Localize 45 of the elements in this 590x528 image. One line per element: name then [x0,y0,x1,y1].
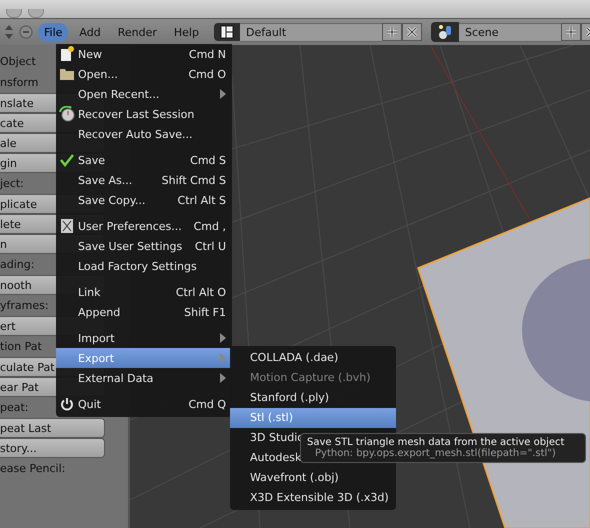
panel-label: ease Pencil: [0,461,66,477]
checkmark-icon [59,153,75,167]
layout-name-field[interactable]: Default [240,22,382,42]
scene-icon [436,24,453,40]
menu-item[interactable]: Stanford (.ply) [230,388,396,408]
add-button[interactable] [382,23,402,41]
tool-button[interactable]: peat Last [0,418,105,438]
tool-button[interactable]: story... [0,438,105,458]
submenu-arrow-icon [220,89,226,99]
close-icon [406,26,418,38]
preferences-icon [60,218,74,234]
power-icon [60,397,74,411]
scene-name-field[interactable]: Scene [458,22,561,42]
panel-label: ading: [0,257,34,273]
panel-label: peat: [0,400,29,416]
close-button[interactable] [402,23,422,41]
tooltip-description: Save STL triangle mesh data from the active object [307,437,566,448]
menu-item[interactable]: New Cmd N [56,44,232,64]
menu-item[interactable]: Wavefront (.obj) [230,468,396,488]
scene-type-button[interactable] [430,22,459,42]
menu-item[interactable]: Load Factory Settings [56,256,232,276]
panel-label: tion Pat [0,339,42,355]
panel-label: ject: [0,176,24,192]
menu-item[interactable]: Quit Cmd Q [56,394,232,414]
menu-item[interactable]: Open... Cmd O [56,64,232,84]
menu-tab[interactable]: Render [112,22,163,42]
up-down-arrows-icon[interactable] [4,23,14,41]
menu-item[interactable]: X3D Extensible 3D (.x3d) [230,488,396,508]
minus-circle-icon[interactable] [19,25,33,39]
panel-label: nsform [0,75,38,91]
plus-icon [386,26,398,38]
menu-tab[interactable]: Help [168,22,205,42]
layout-icon [220,25,234,39]
new-document-icon [60,46,74,62]
plus-icon [564,26,577,38]
folder-icon [59,67,75,81]
add-button[interactable] [560,23,581,41]
menu-tab[interactable]: File [38,22,68,42]
panel-label: Object [0,54,36,70]
menu-tab[interactable]: Add [73,22,107,42]
tooltip-python-path: Python: bpy.ops.export_mesh.stl(filepath=".stl") [314,448,556,459]
layout-type-button[interactable] [214,23,240,41]
menu-item[interactable]: COLLADA (.dae) [230,348,396,368]
menu-item[interactable]: Save As... Shift Cmd S [56,170,232,190]
panel-label: yframes: [0,298,49,314]
